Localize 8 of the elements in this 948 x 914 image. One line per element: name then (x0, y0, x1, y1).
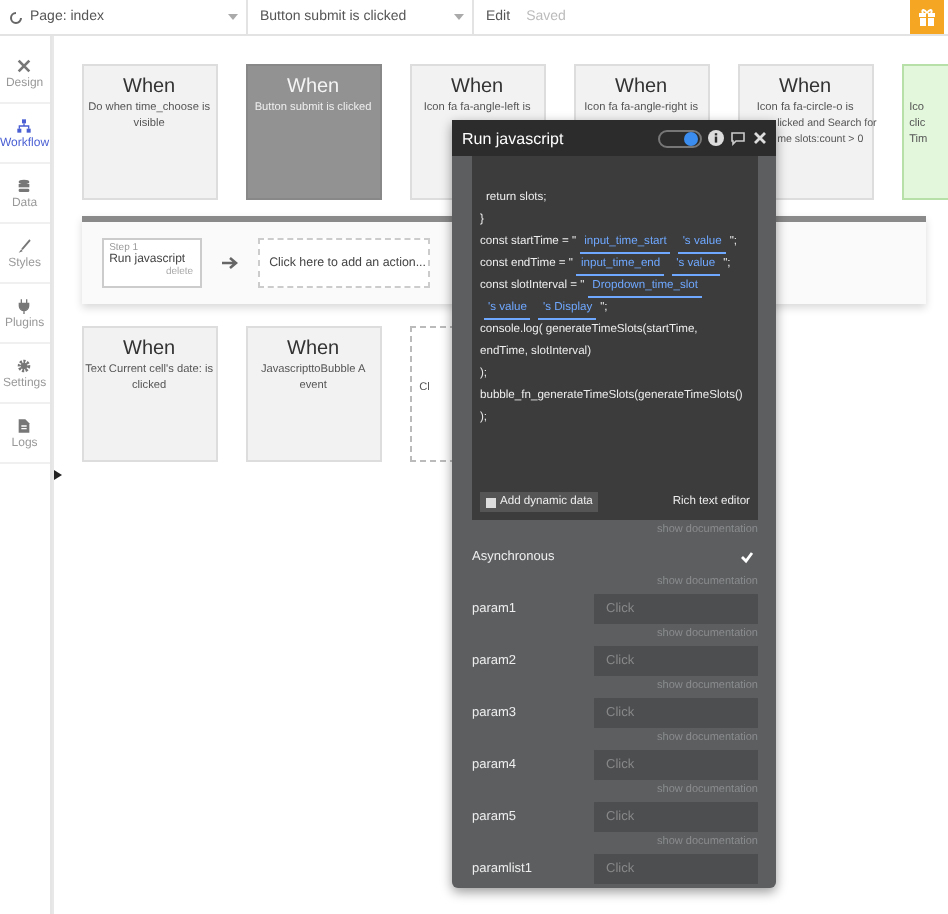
when-label: When (121, 74, 178, 100)
when-label: When (121, 336, 178, 362)
panel-title: Run javascript (462, 129, 566, 147)
when-label: When (449, 74, 506, 100)
when-label: When (285, 336, 342, 362)
when-label: When (777, 74, 834, 100)
when-label: When (613, 74, 670, 100)
when-label: When (285, 74, 342, 100)
